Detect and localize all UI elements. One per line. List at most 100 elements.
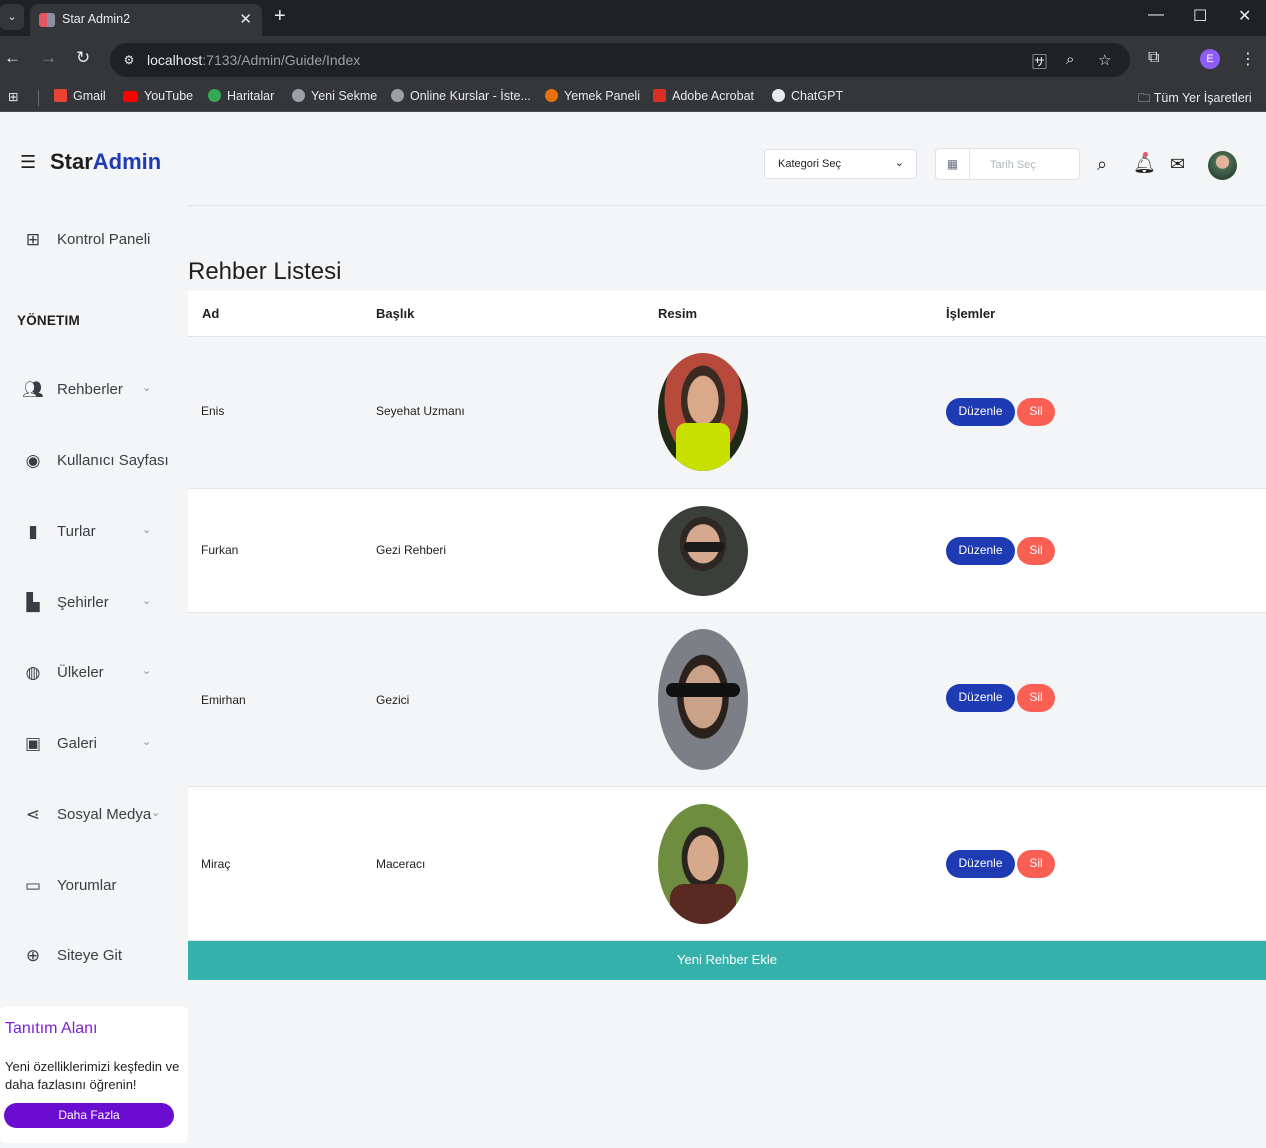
browser-menu-icon[interactable]: ⋮ — [1240, 49, 1256, 69]
promo-card: Tanıtım Alanı Yeni özelliklerimizi keşfe… — [0, 1006, 188, 1143]
translate-icon[interactable]: 🈂 — [1032, 51, 1047, 72]
reload-icon[interactable]: ↻ — [76, 48, 90, 68]
mail-icon[interactable]: ✉ — [1170, 154, 1185, 175]
column-header-actions: İşlemler — [946, 306, 996, 321]
user-avatar[interactable] — [1208, 151, 1237, 180]
guide-photo — [658, 629, 748, 770]
edit-button[interactable]: Düzenle — [946, 537, 1015, 565]
sidebar-item-guides[interactable]: 👥︎ Rehberler ⌄ — [0, 369, 188, 409]
tab-search-chevron-icon[interactable]: ⌄ — [0, 4, 24, 30]
category-select-value: Kategori Seç — [778, 158, 841, 170]
account-icon: ◉ — [25, 451, 41, 470]
promo-more-button[interactable]: Daha Fazla — [4, 1103, 174, 1128]
comment-icon: ▭ — [24, 876, 42, 895]
guide-name: Enis — [201, 404, 225, 418]
bookmark-star-icon[interactable]: ☆ — [1098, 51, 1111, 69]
chevron-down-icon: ⌄ — [894, 157, 904, 169]
bell-icon[interactable]: 🔔︎ — [1133, 154, 1156, 175]
chevron-down-icon: ⌄ — [142, 524, 152, 536]
guide-photo — [658, 506, 748, 596]
promo-title: Tanıtım Alanı — [5, 1020, 98, 1037]
sidebar-item-tours[interactable]: ▮ Turlar ⌄ — [0, 511, 188, 551]
search-icon[interactable]: ⌕ — [1097, 154, 1107, 175]
browser-toolbar: ← → ↻ ⚙ localhost:7133/Admin/Guide/Index… — [0, 36, 1266, 82]
delete-button[interactable]: Sil — [1017, 684, 1055, 712]
calendar-icon[interactable]: ▦ — [935, 148, 970, 180]
edit-button[interactable]: Düzenle — [946, 684, 1015, 712]
sidebar-item-label: Turlar — [57, 523, 96, 540]
extensions-icon[interactable]: ⧉ — [1148, 49, 1159, 67]
notification-dot — [1143, 152, 1148, 157]
grid-icon: ⊞ — [25, 230, 41, 249]
zoom-icon[interactable]: ⌕ — [1066, 51, 1074, 68]
forward-arrow-icon[interactable]: → — [40, 48, 57, 68]
guide-title: Seyehat Uzmanı — [376, 404, 465, 418]
chatgpt-icon — [772, 89, 785, 102]
bookmark-chatgpt[interactable]: ChatGPT — [772, 89, 843, 103]
tab-close-icon[interactable]: ✕ — [239, 10, 252, 28]
tab-favicon-icon — [39, 13, 55, 27]
chevron-down-icon: ⌄ — [142, 382, 152, 394]
edit-button[interactable]: Düzenle — [946, 850, 1015, 878]
chevron-down-icon: ⌄ — [151, 807, 161, 819]
column-header-name: Ad — [202, 306, 220, 321]
share-icon: ⋖ — [25, 805, 41, 824]
sidebar-item-comments[interactable]: ▭ Yorumlar — [0, 865, 188, 905]
window-close-icon[interactable]: ✕ — [1238, 6, 1251, 26]
maximize-icon[interactable]: ☐ — [1193, 6, 1207, 26]
bookmark-youtube[interactable]: YouTube — [123, 89, 193, 103]
bookmark-adobe[interactable]: Adobe Acrobat — [653, 89, 754, 103]
bookmark-maps[interactable]: Haritalar — [208, 89, 274, 103]
address-bar[interactable]: ⚙ localhost:7133/Admin/Guide/Index 🈂 ⌕ ☆ — [110, 43, 1130, 77]
guide-title: Gezici — [376, 693, 410, 707]
table-row: Enis Seyehat Uzmanı Düzenle Sil — [188, 337, 1266, 489]
profile-avatar[interactable]: E — [1200, 49, 1220, 69]
all-bookmarks[interactable]: 🗀 Tüm Yer İşaretleri — [1138, 89, 1252, 110]
sidebar-item-dashboard[interactable]: ⊞ Kontrol Paneli — [0, 219, 188, 259]
edit-button[interactable]: Düzenle — [946, 398, 1015, 426]
site-info-icon[interactable]: ⚙ — [119, 50, 139, 70]
sidebar-item-cities[interactable]: ▙ Şehirler ⌄ — [0, 582, 188, 622]
table-row: Emirhan Gezici Düzenle Sil — [188, 613, 1266, 787]
category-select[interactable]: Kategori Seç ⌄ — [764, 149, 917, 179]
sidebar-item-user-page[interactable]: ◉ Kullanıcı Sayfası — [0, 440, 188, 480]
delete-button[interactable]: Sil — [1017, 398, 1055, 426]
globe-favicon-icon — [391, 89, 404, 102]
bookmark-food-panel[interactable]: Yemek Paneli — [545, 89, 640, 103]
admin-app: ☰ StarAdmin Kategori Seç ⌄ ▦ Tarih Seç ⌕… — [0, 118, 1266, 1148]
sidebar-item-go-to-site[interactable]: ⊕ Siteye Git — [0, 935, 188, 975]
sidebar-item-gallery[interactable]: ▣ Galeri ⌄ — [0, 723, 188, 763]
image-icon: ▣ — [24, 734, 42, 753]
web-icon: ⊕ — [25, 946, 41, 965]
bookmark-new-tab[interactable]: Yeni Sekme — [292, 89, 377, 103]
date-picker-input[interactable]: Tarih Seç — [970, 148, 1080, 180]
back-arrow-icon[interactable]: ← — [4, 48, 21, 68]
delete-button[interactable]: Sil — [1017, 850, 1055, 878]
apps-grid-icon[interactable]: ⊞ — [8, 89, 18, 104]
browser-tab[interactable]: Star Admin2 ✕ — [30, 4, 262, 36]
add-guide-button[interactable]: Yeni Rehber Ekle — [188, 941, 1266, 980]
tab-title: Star Admin2 — [62, 12, 131, 26]
delete-button[interactable]: Sil — [1017, 537, 1055, 565]
sidebar: ⊞ Kontrol Paneli YÖNETIM 👥︎ Rehberler ⌄ … — [0, 206, 188, 1148]
chevron-down-icon: ⌄ — [142, 665, 152, 677]
sidebar-item-label: Rehberler — [57, 381, 123, 398]
sidebar-item-social-media[interactable]: ⋖ Sosyal Medya ⌄ — [0, 794, 188, 834]
column-header-image: Resim — [658, 306, 698, 321]
chevron-down-icon: ⌄ — [142, 736, 152, 748]
globe-favicon-icon — [292, 89, 305, 102]
bookmark-gmail[interactable]: Gmail — [54, 89, 106, 103]
column-header-title: Başlık — [376, 306, 415, 321]
minimize-icon[interactable]: — — [1148, 6, 1164, 24]
bookmark-online-courses[interactable]: Online Kurslar - İste... — [391, 89, 531, 103]
guide-name: Furkan — [201, 543, 239, 557]
adobe-acrobat-icon — [653, 89, 666, 102]
sidebar-item-label: Sosyal Medya — [57, 806, 152, 823]
brand-logo[interactable]: StarAdmin — [50, 149, 161, 175]
table-header: Ad Başlık Resim İşlemler — [188, 291, 1266, 337]
map-icon: ▮ — [28, 522, 38, 541]
hamburger-menu-icon[interactable]: ☰ — [20, 152, 36, 173]
sidebar-item-countries[interactable]: ◍ Ülkeler ⌄ — [0, 652, 188, 692]
food-panel-icon — [545, 89, 558, 102]
new-tab-plus-icon[interactable]: + — [274, 5, 286, 28]
